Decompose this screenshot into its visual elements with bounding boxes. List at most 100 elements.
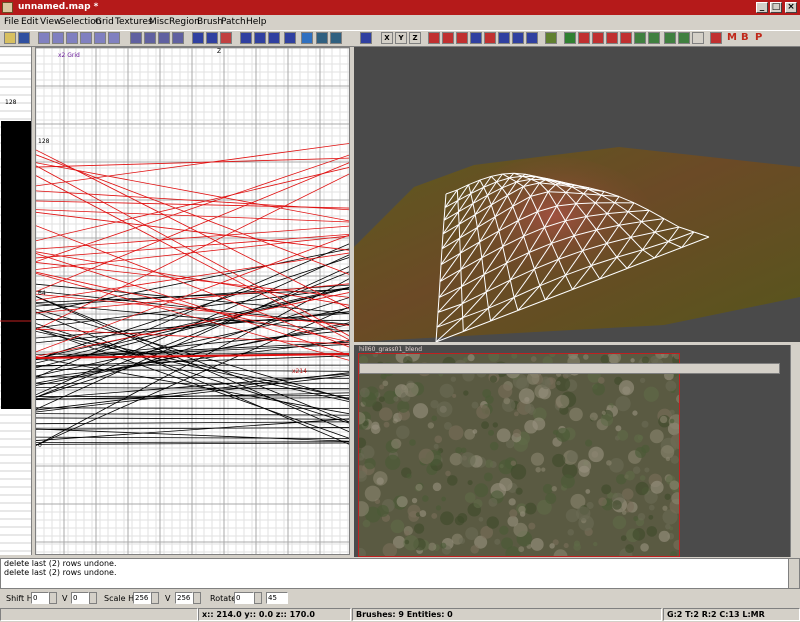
texture-browser[interactable]: hill60_grass01_blend <box>354 345 800 557</box>
smooth-icon[interactable] <box>526 32 538 44</box>
radiant-editor-window: unnamed.map * _ □ × File Edit View Selec… <box>0 0 800 622</box>
select-inside-icon[interactable] <box>172 32 184 44</box>
status-empty <box>0 608 198 621</box>
csg-subtract-icon[interactable] <box>192 32 204 44</box>
rotate-input[interactable]: 0 <box>234 592 254 604</box>
select-all-icon[interactable] <box>360 32 372 44</box>
flip-x-icon[interactable] <box>38 32 50 44</box>
menu-help[interactable]: Help <box>246 17 267 28</box>
texture-view-icon[interactable] <box>268 32 280 44</box>
scale-v-label: V <box>165 594 171 603</box>
patch-delete-icon[interactable] <box>456 32 468 44</box>
main-toolbar: X Y Z M B P <box>0 30 800 47</box>
scale-h-input[interactable]: 256 <box>133 592 151 604</box>
scale-v-input[interactable]: 256 <box>175 592 193 604</box>
entity-list-icon[interactable] <box>578 32 590 44</box>
shader-icon[interactable] <box>592 32 604 44</box>
d-mode-icon[interactable] <box>606 32 618 44</box>
menu-patch[interactable]: Patch <box>221 17 246 28</box>
clipper-icon[interactable] <box>240 32 252 44</box>
patch-bend-icon[interactable] <box>428 32 440 44</box>
menu-edit[interactable]: Edit <box>21 17 38 28</box>
texture-filter-bar[interactable] <box>359 363 780 374</box>
menu-brush[interactable]: Brush <box>197 17 223 28</box>
patch-drill-icon[interactable] <box>498 32 510 44</box>
arrow-down-icon[interactable] <box>634 32 646 44</box>
hollow-icon[interactable] <box>220 32 232 44</box>
menu-region[interactable]: Region <box>169 17 200 28</box>
xy-tick-64: 64 <box>38 290 46 297</box>
camera-scene <box>354 147 800 342</box>
open-icon[interactable] <box>4 32 16 44</box>
shift-v-input[interactable]: 0 <box>71 592 89 604</box>
menu-file[interactable]: File <box>4 17 19 28</box>
app-icon <box>2 2 13 13</box>
camera-icon[interactable] <box>316 32 328 44</box>
flip-z-icon[interactable] <box>94 32 106 44</box>
maximize-button[interactable]: □ <box>770 2 782 13</box>
close-button[interactable]: × <box>785 2 797 13</box>
rotate-y-icon[interactable] <box>80 32 92 44</box>
menu-grid[interactable]: Grid <box>95 17 114 28</box>
csg-merge-icon[interactable] <box>206 32 218 44</box>
patch-cap-icon[interactable] <box>470 32 482 44</box>
texture-name: hill60_grass01_blend <box>359 346 423 353</box>
texture-scrollbar[interactable] <box>790 345 800 557</box>
patch-weld-icon[interactable] <box>484 32 496 44</box>
camera-view[interactable] <box>354 47 800 342</box>
surface-inspector-icon[interactable] <box>564 32 576 44</box>
save-icon[interactable] <box>18 32 30 44</box>
rotate-spinner[interactable] <box>254 592 262 604</box>
xy-view-canvas <box>36 48 349 554</box>
z-view[interactable]: 128 <box>0 47 32 555</box>
patch-insert-icon[interactable] <box>442 32 454 44</box>
view-x-icon[interactable]: X <box>381 32 393 44</box>
terrain-hill <box>454 157 654 287</box>
z-view-brush-column <box>1 121 31 409</box>
scale-h-label: Scale H <box>104 594 135 603</box>
plugin-icon[interactable] <box>545 32 557 44</box>
status-counts: Brushes: 9 Entities: 0 <box>352 608 662 621</box>
menu-bar: File Edit View Selection Grid Textures M… <box>0 15 800 30</box>
menu-textures[interactable]: Textures <box>115 17 153 28</box>
console-log: delete last (2) rows undone. delete last… <box>0 558 800 589</box>
entities-icon[interactable] <box>330 32 342 44</box>
shift-h-input[interactable]: 0 <box>31 592 49 604</box>
arrow-up-icon[interactable] <box>648 32 660 44</box>
toolbar-m-button[interactable]: M <box>727 32 737 43</box>
scale-h-spinner[interactable] <box>151 592 159 604</box>
toolbar-b-button[interactable]: B <box>741 32 749 43</box>
rotate-z-icon[interactable] <box>108 32 120 44</box>
change-view-icon[interactable] <box>254 32 266 44</box>
menu-view[interactable]: View <box>40 17 61 28</box>
toolbar-p-button[interactable]: P <box>755 32 762 43</box>
shift-h-spinner[interactable] <box>49 592 57 604</box>
cubic-clip-icon[interactable] <box>301 32 313 44</box>
view-z-icon[interactable]: Z <box>409 32 421 44</box>
info-icon[interactable] <box>692 32 704 44</box>
xy-view[interactable]: x2 Grid Z 128 64 x214 0 <box>35 47 350 555</box>
show-bounds-icon[interactable] <box>512 32 524 44</box>
z-view-tick-label: 128 <box>5 99 17 106</box>
rotate-label: Rotate <box>210 594 237 603</box>
texture-thumbnail[interactable] <box>358 353 680 557</box>
tree-icon[interactable] <box>678 32 690 44</box>
rotate-x-icon[interactable] <box>52 32 64 44</box>
model-icon[interactable] <box>620 32 632 44</box>
scale-v-spinner[interactable] <box>193 592 201 604</box>
rotate-step-input[interactable]: 45 <box>266 592 288 604</box>
select-complete-tall-icon[interactable] <box>130 32 142 44</box>
xy-header-label: x2 Grid <box>58 52 80 59</box>
shift-v-spinner[interactable] <box>89 592 97 604</box>
hide-icon[interactable] <box>710 32 722 44</box>
view-y-icon[interactable]: Y <box>395 32 407 44</box>
console-scrollbar[interactable] <box>788 559 799 588</box>
menu-misc[interactable]: Misc <box>149 17 169 28</box>
flip-y-icon[interactable] <box>66 32 78 44</box>
title-bar[interactable]: unnamed.map * _ □ × <box>0 0 800 15</box>
select-partial-tall-icon[interactable] <box>158 32 170 44</box>
minimize-button[interactable]: _ <box>756 2 768 13</box>
select-touching-icon[interactable] <box>144 32 156 44</box>
weld-icon[interactable] <box>664 32 676 44</box>
texture-mode-icon[interactable] <box>284 32 296 44</box>
